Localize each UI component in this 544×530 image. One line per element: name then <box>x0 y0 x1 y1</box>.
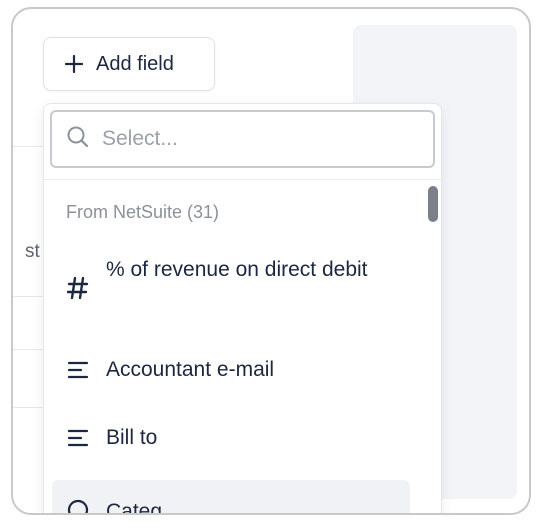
circle-icon <box>66 498 90 513</box>
list-item-revenue-direct-debit[interactable]: % of revenue on direct debit <box>52 246 410 330</box>
search-box[interactable] <box>50 110 435 168</box>
hash-icon <box>66 276 90 300</box>
text-lines-icon <box>66 426 90 450</box>
list-item-bill-to[interactable]: Bill to <box>52 413 410 463</box>
search-icon <box>66 125 90 154</box>
field-list: From NetSuite (31) % of revenue on direc… <box>44 180 414 515</box>
list-item-accountant-email[interactable]: Accountant e-mail <box>52 345 410 395</box>
list-item-category[interactable]: Categ <box>52 480 410 515</box>
add-field-label: Add field <box>96 52 174 75</box>
plus-icon <box>64 54 84 74</box>
list-item-label: Accountant e-mail <box>106 358 275 381</box>
scrollbar-thumb[interactable] <box>428 186 438 222</box>
list-item-label: % of revenue on direct debit <box>106 258 368 281</box>
group-label: From NetSuite (31) <box>66 202 220 222</box>
background-partial-label: st <box>25 241 40 262</box>
text-lines-icon <box>66 358 90 382</box>
window-frame: st Add field From NetSuite (31) <box>11 7 531 515</box>
list-item-label: Bill to <box>106 426 158 449</box>
field-dropdown: From NetSuite (31) % of revenue on direc… <box>43 103 442 515</box>
search-input[interactable] <box>100 126 404 152</box>
list-item-label: Categ <box>106 500 163 515</box>
add-field-button[interactable]: Add field <box>43 37 215 91</box>
